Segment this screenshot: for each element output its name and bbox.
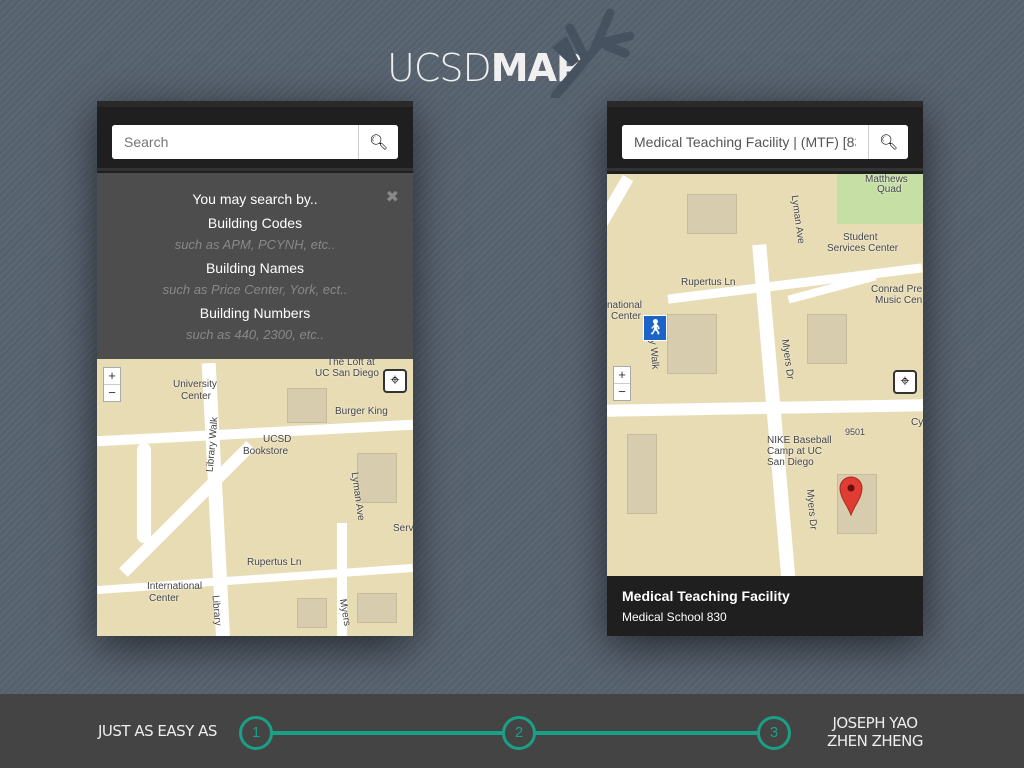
map-label: Rupertus Ln [247,557,302,568]
right-phone-panel: 🔍︎ Matthews Quad Student Services Center… [607,101,923,636]
map-label: Burger King [335,406,388,417]
map-label: Music Cen [875,295,923,306]
result-subtitle: Medical School 830 [622,610,727,624]
progress-line [534,731,760,735]
author-name: JOSEPH YAO [832,714,918,732]
map-label: Serv [393,523,413,534]
search-input[interactable] [622,125,868,159]
map-label: Myers Dr [804,488,819,531]
search-icon: 🔍︎ [878,134,899,151]
map-label: Center [149,593,180,604]
locate-me-button[interactable]: ⌖ [893,370,917,394]
help-item-label: Building Codes [207,215,303,231]
result-info-panel: Medical Teaching Facility Medical School… [607,576,923,636]
map-label: Student [843,232,878,243]
help-item-example: such as 440, 2300, etc.. [185,327,325,342]
map-label: San Diego [767,457,814,468]
step-2: 2 [502,716,536,750]
authors: JOSEPH YAO ZHEN ZHENG [822,714,928,750]
map-label: Center [611,311,642,322]
map-label: Quad [877,184,902,195]
map-label: Camp at UC [767,446,823,457]
search-bar: 🔍︎ [607,101,923,171]
crosshair-icon: ⌖ [900,373,910,390]
help-item-example: such as Price Center, York, ect.. [162,282,348,297]
search-button[interactable]: 🔍︎ [358,125,398,159]
map-label: Cy [911,417,923,428]
map-label: UC San Diego [315,368,379,379]
help-item-example: such as APM, PCYNH, etc.. [174,237,336,252]
search-icon: 🔍︎ [368,134,389,151]
zoom-out-button[interactable]: − [614,383,630,400]
pedestrian-marker-icon[interactable]: 🚶︎ [643,315,667,341]
map-label: International [147,581,203,592]
search-bar: 🔍︎ [97,101,413,171]
zoom-in-button[interactable]: + [614,367,630,383]
zoom-out-button[interactable]: − [104,384,120,401]
zoom-control: + − [613,366,631,401]
zoom-control: + − [103,367,121,402]
search-help-panel: ✖ You may search by.. Building Codes suc… [97,173,413,359]
progress-line [272,731,504,735]
map-label: national [607,300,643,311]
map-label: University [173,379,217,390]
close-icon[interactable]: ✖ [386,187,399,207]
search-input[interactable] [112,125,358,159]
map-label: Lyman Ave [788,194,807,245]
map-label: NIKE Baseball [767,435,832,446]
left-phone-panel: 🔍︎ The Loft at UC San Diego University C… [97,101,413,636]
location-pin-icon[interactable] [839,476,863,516]
zoom-in-button[interactable]: + [104,368,120,384]
search-box: 🔍︎ [622,125,908,159]
step-3: 3 [757,716,791,750]
map-label: Center [181,391,212,402]
map-label: 9501 [845,427,866,437]
author-name: ZHEN ZHENG [827,732,923,750]
map-label: y Walk [647,339,661,370]
step-1: 1 [239,716,273,750]
map-label: Myers Dr [779,338,796,381]
map-view[interactable]: Matthews Quad Student Services Center Ru… [607,174,923,576]
crosshair-icon: ⌖ [390,372,400,389]
map-label: Conrad Pre [871,284,923,295]
map-label: UCSD [263,434,292,445]
tagline: JUST AS EASY AS [98,722,217,740]
locate-me-button[interactable]: ⌖ [383,369,407,393]
help-title: You may search by.. [192,191,318,207]
map-label: Services Center [827,243,899,254]
help-item-label: Building Names [205,260,305,276]
search-button[interactable]: 🔍︎ [868,125,908,159]
result-title: Medical Teaching Facility [622,588,790,604]
search-box: 🔍︎ [112,125,398,159]
map-label: Rupertus Ln [681,277,736,288]
help-item-label: Building Numbers [199,305,311,321]
map-label: Bookstore [243,446,289,457]
trident-logo-icon [550,8,635,98]
